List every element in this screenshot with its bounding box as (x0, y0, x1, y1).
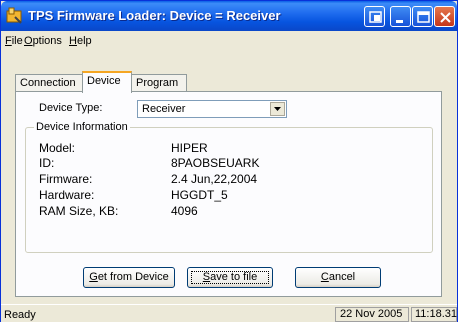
firmware-value: 2.4 Jun,22,2004 (171, 172, 258, 186)
maximize-icon (417, 11, 430, 23)
ram-size-value: 4096 (171, 204, 198, 218)
restore-icon (369, 11, 382, 23)
menu-file[interactable]: File (5, 35, 23, 47)
menu-help-label: elp (76, 35, 92, 47)
hardware-label: Hardware: (39, 188, 95, 202)
close-button[interactable] (434, 6, 455, 27)
chevron-down-icon (274, 107, 281, 111)
tab-device-label: Device (87, 75, 121, 87)
menu-options-label: ptions (32, 35, 62, 47)
focus-rectangle (191, 271, 269, 284)
firmware-label: Firmware: (39, 172, 93, 186)
device-type-dropdown-button[interactable] (270, 102, 285, 116)
model-label: Model: (39, 141, 76, 155)
id-label: ID: (39, 156, 55, 170)
status-bar: Ready 22 Nov 2005 11:18.31 (1, 304, 457, 322)
device-type-value: Receiver (142, 103, 186, 115)
model-value: HIPER (171, 141, 208, 155)
close-icon (440, 12, 451, 23)
minimize-button[interactable] (390, 6, 411, 27)
device-type-label: Device Type: (39, 102, 103, 114)
save-to-file-button[interactable]: Save to file (187, 267, 273, 288)
menu-help-hotkey: H (69, 35, 77, 47)
cancel-button[interactable]: Cancel (295, 267, 381, 288)
status-date: 22 Nov 2005 (335, 307, 409, 322)
tab-connection-label: Connection (20, 77, 76, 89)
tab-connection[interactable]: Connection (15, 74, 83, 92)
menu-file-hotkey: F (5, 35, 12, 47)
tab-program-label: Program (136, 77, 179, 89)
hardware-value: HGGDT_5 (171, 188, 228, 202)
device-type-select[interactable]: Receiver (137, 100, 287, 118)
tab-device[interactable]: Device (82, 71, 132, 93)
status-time: 11:18.31 (411, 307, 457, 322)
window-title: TPS Firmware Loader: Device = Receiver (28, 8, 281, 23)
get-button-label: et from Device (97, 271, 169, 283)
cancel-button-hotkey: C (320, 271, 329, 283)
ram-size-label: RAM Size, KB: (39, 204, 119, 218)
status-text: Ready (4, 309, 36, 321)
id-value: 8PAOBSEUARK (171, 156, 260, 170)
restore-button[interactable] (364, 6, 385, 27)
menu-help[interactable]: Help (69, 35, 92, 47)
menu-options-hotkey: O (24, 35, 33, 47)
menu-options[interactable]: Options (24, 35, 62, 47)
menu-bar: File Options Help (1, 32, 457, 50)
title-bar[interactable]: TPS Firmware Loader: Device = Receiver (1, 1, 457, 31)
wrench-icon[interactable] (6, 7, 24, 25)
tab-program[interactable]: Program (131, 74, 187, 92)
app-window: TPS Firmware Loader: Device = Receiver F… (0, 0, 458, 322)
minimize-icon (396, 20, 403, 23)
get-button-hotkey: G (89, 271, 98, 283)
device-info-legend: Device Information (34, 121, 130, 133)
get-from-device-button[interactable]: Get from Device (83, 267, 175, 288)
maximize-button[interactable] (412, 6, 433, 27)
cancel-button-label: ancel (328, 271, 356, 283)
menu-file-label: ile (11, 35, 23, 47)
